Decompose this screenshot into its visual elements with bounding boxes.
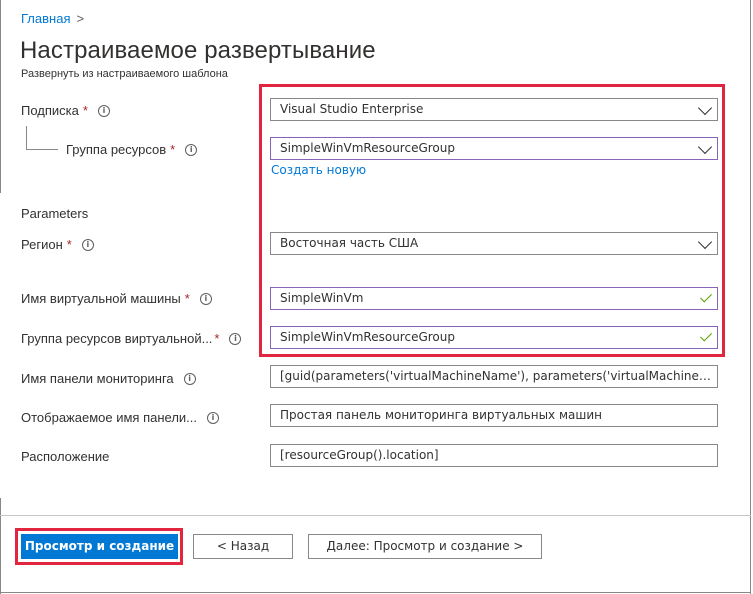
chevron-right-icon: > (76, 11, 85, 26)
info-icon[interactable]: i (97, 104, 110, 117)
region-label: Регион * i (21, 237, 94, 252)
subscription-label-text: Подписка (21, 103, 79, 118)
parameters-heading: Parameters (21, 206, 89, 221)
dashboard-display-name-label: Отображаемое имя панели... i (21, 410, 220, 425)
footer-divider (0, 515, 751, 516)
location-value: [resourceGroup().location] (280, 448, 439, 462)
location-label: Расположение (21, 449, 109, 464)
page-title: Настраиваемое развертывание (20, 37, 376, 64)
back-button[interactable]: < Назад (193, 534, 293, 559)
breadcrumb-home-link[interactable]: Главная (21, 11, 70, 26)
vm-resource-group-label: Группа ресурсов виртуальной... * i (21, 331, 242, 346)
dashboard-name-value: [guid(parameters('virtualMachineName'), … (280, 369, 713, 383)
window-border-right (750, 0, 751, 594)
region-label-text: Регион (21, 237, 63, 252)
dashboard-display-name-value: Простая панель мониторинга виртуальных м… (280, 408, 602, 422)
window-border-left-lower (0, 498, 1, 594)
required-marker: * (184, 291, 190, 306)
dashboard-name-label-text: Имя панели мониторинга (21, 371, 174, 386)
page-subtitle: Развернуть из настраиваемого шаблона (21, 68, 228, 80)
dashboard-display-name-input[interactable]: Простая панель мониторинга виртуальных м… (270, 404, 718, 427)
required-marker: * (82, 103, 88, 118)
window-border-left (0, 0, 1, 193)
vm-name-label: Имя виртуальной машины * i (21, 291, 212, 306)
subscription-label: Подписка * i (21, 103, 110, 118)
info-icon[interactable]: i (185, 143, 198, 156)
location-input[interactable]: [resourceGroup().location] (270, 444, 718, 467)
tree-connector-vertical (26, 126, 27, 149)
tree-connector-horizontal (26, 149, 58, 150)
next-review-create-button[interactable]: Далее: Просмотр и создание > (308, 534, 542, 559)
window-border-bottom (0, 592, 751, 593)
highlight-frame (259, 84, 725, 357)
breadcrumb: Главная > (21, 11, 84, 26)
required-marker: * (170, 142, 176, 157)
location-label-text: Расположение (21, 449, 110, 464)
review-create-button[interactable]: Просмотр и создание (21, 534, 178, 559)
vm-resource-group-label-text: Группа ресурсов виртуальной... (21, 331, 213, 346)
dashboard-name-input[interactable]: [guid(parameters('virtualMachineName'), … (270, 365, 718, 388)
info-icon[interactable]: i (229, 332, 242, 345)
required-marker: * (214, 331, 220, 346)
resource-group-label: Группа ресурсов * i (66, 142, 198, 157)
info-icon[interactable]: i (183, 372, 196, 385)
info-icon[interactable]: i (199, 292, 212, 305)
info-icon[interactable]: i (207, 411, 220, 424)
required-marker: * (66, 237, 72, 252)
info-icon[interactable]: i (81, 238, 94, 251)
vm-name-label-text: Имя виртуальной машины (21, 291, 181, 306)
resource-group-label-text: Группа ресурсов (66, 142, 167, 157)
dashboard-name-label: Имя панели мониторинга i (21, 371, 196, 386)
dashboard-display-name-label-text: Отображаемое имя панели... (21, 410, 198, 425)
